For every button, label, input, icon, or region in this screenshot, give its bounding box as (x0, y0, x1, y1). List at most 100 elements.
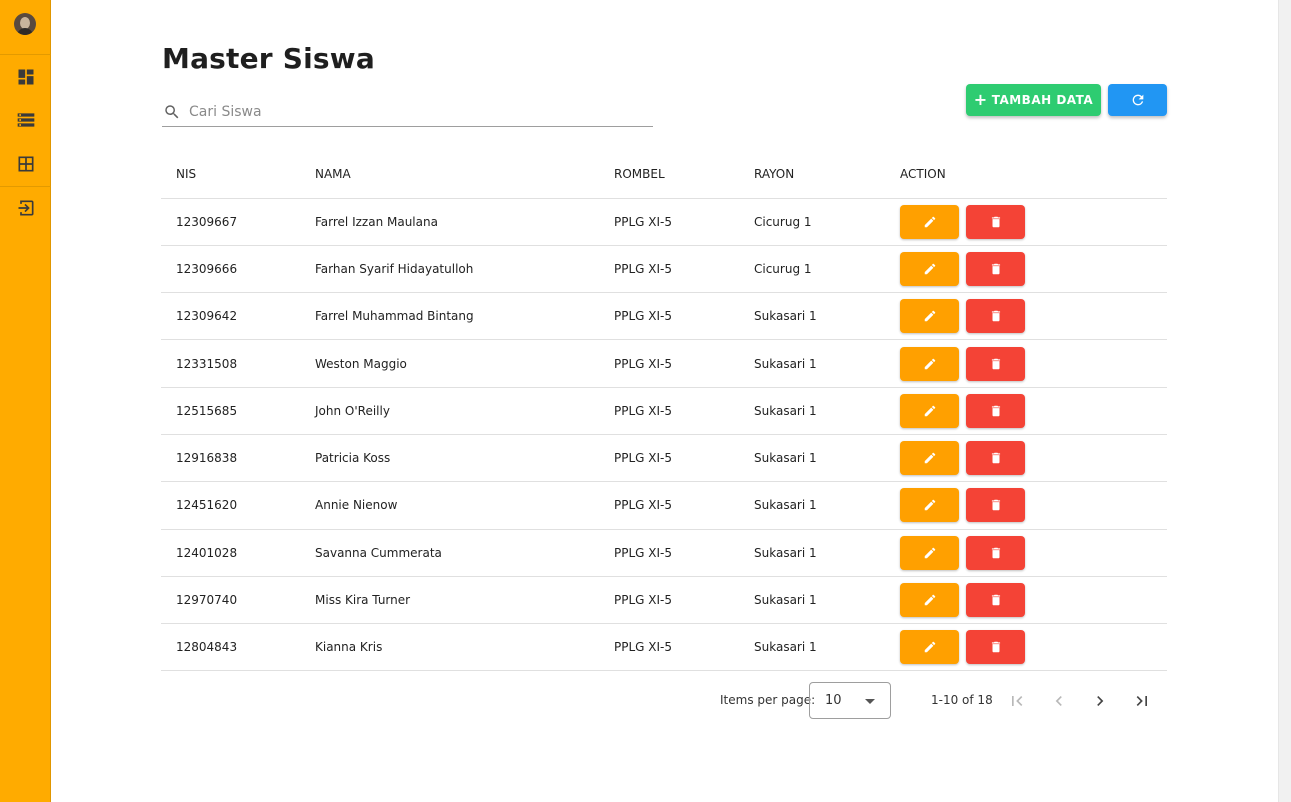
delete-button[interactable] (966, 299, 1025, 334)
cell-nama: Savanna Cummerata (315, 529, 614, 577)
edit-button[interactable] (900, 299, 959, 334)
cell-rayon: Sukasari 1 (754, 529, 900, 577)
delete-button[interactable] (966, 346, 1025, 381)
delete-icon (991, 310, 1000, 322)
cell-nama: Kianna Kris (315, 623, 614, 672)
edit-icon (924, 358, 935, 369)
cell-rombel: PPLG XI-5 (614, 529, 754, 577)
paginator: Items per page: 10 1-10 of 18 (700, 682, 1170, 720)
page-title: Master Siswa (162, 42, 375, 75)
cell-nama: John O'Reilly (315, 387, 614, 435)
cell-action (900, 198, 1167, 246)
sidebar-item-logout[interactable] (0, 188, 51, 228)
cell-nama: Annie Nienow (315, 481, 614, 530)
table-row: 12401028 Savanna Cummerata PPLG XI-5 Sukasa… (161, 529, 1167, 577)
edit-icon (924, 263, 935, 275)
scrollbar[interactable] (1278, 0, 1291, 802)
cell-action (900, 245, 1167, 294)
edit-icon (924, 642, 935, 653)
cell-action (900, 434, 1167, 483)
cell-nama: Weston Maggio (315, 339, 614, 388)
first-page-button[interactable] (1005, 689, 1029, 713)
sidebar-item-table[interactable] (0, 144, 51, 184)
table-row: 12309667 Farrel Izzan Maulana PPLG XI-5 Cic… (161, 198, 1167, 246)
cell-rombel: PPLG XI-5 (614, 623, 754, 672)
delete-button[interactable] (966, 251, 1025, 286)
sidebar-divider (0, 54, 51, 55)
edit-button[interactable] (900, 535, 959, 570)
edit-icon (924, 500, 935, 511)
header-rombel[interactable]: ROMBEL (614, 150, 754, 199)
table-icon (18, 156, 33, 172)
last-page-button[interactable] (1130, 689, 1154, 713)
edit-button[interactable] (900, 393, 959, 428)
delete-icon (991, 594, 1000, 606)
delete-button[interactable] (966, 583, 1025, 618)
edit-button[interactable] (900, 488, 959, 523)
delete-icon (991, 405, 1000, 417)
delete-button[interactable] (966, 535, 1025, 570)
cell-nis: 12451620 (161, 481, 315, 530)
edit-button[interactable] (900, 251, 959, 286)
cell-nis: 12309667 (161, 198, 315, 246)
items-per-page-value: 10 (825, 693, 842, 708)
edit-button[interactable] (900, 583, 959, 618)
previous-page-button[interactable] (1047, 689, 1071, 713)
refresh-button[interactable] (1108, 84, 1167, 116)
table-row: 12309666 Farhan Syarif Hidayatulloh PPLG X… (161, 245, 1167, 294)
table-row: 12331508 Weston Maggio PPLG XI-5 Sukasari 1 (161, 339, 1167, 388)
cell-rayon: Sukasari 1 (754, 481, 900, 530)
cell-action (900, 529, 1167, 577)
header-nama[interactable]: NAMA (315, 150, 614, 199)
sidebar-item-data[interactable] (0, 100, 51, 140)
search-input[interactable] (189, 101, 639, 123)
cell-nis: 12970740 (161, 576, 315, 625)
add-data-button[interactable]: + TAMBAH DATA (966, 84, 1101, 116)
next-page-button[interactable] (1088, 689, 1112, 713)
cell-rayon: Sukasari 1 (754, 434, 900, 483)
edit-button[interactable] (900, 441, 959, 476)
cell-nis: 12804843 (161, 623, 315, 672)
edit-button[interactable] (900, 346, 959, 381)
header-nis[interactable]: NIS (161, 150, 315, 199)
cell-rayon: Sukasari 1 (754, 339, 900, 388)
search-field[interactable] (162, 97, 653, 127)
delete-button[interactable] (966, 488, 1025, 523)
cell-rayon: Cicurug 1 (754, 245, 900, 294)
edit-icon (924, 216, 935, 227)
logout-icon (18, 200, 33, 216)
plus-icon: + (973, 90, 988, 109)
table-row: 12451620 Annie Nienow PPLG XI-5 Sukasari 1 (161, 481, 1167, 530)
cell-action (900, 387, 1167, 435)
edit-button[interactable] (900, 630, 959, 665)
delete-button[interactable] (966, 204, 1025, 239)
search-icon (165, 105, 179, 119)
header-rayon[interactable]: RAYON (754, 150, 900, 199)
delete-button[interactable] (966, 393, 1025, 428)
delete-icon (991, 642, 1000, 653)
avatar[interactable] (14, 13, 36, 35)
cell-rayon: Sukasari 1 (754, 387, 900, 435)
cell-rombel: PPLG XI-5 (614, 434, 754, 483)
last-page-icon (1136, 696, 1147, 706)
delete-icon (991, 263, 1000, 275)
sidebar (0, 0, 51, 802)
delete-button[interactable] (966, 441, 1025, 476)
first-page-icon (1012, 696, 1023, 706)
cell-rombel: PPLG XI-5 (614, 339, 754, 388)
items-per-page-select[interactable]: 10 (809, 682, 891, 719)
cell-rombel: PPLG XI-5 (614, 245, 754, 294)
cell-action (900, 576, 1167, 625)
edit-icon (924, 594, 935, 606)
cell-nis: 12401028 (161, 529, 315, 577)
items-per-page-label: Items per page: (720, 693, 816, 707)
sidebar-item-dashboard[interactable] (0, 57, 51, 97)
delete-button[interactable] (966, 630, 1025, 665)
cell-rayon: Sukasari 1 (754, 576, 900, 625)
cell-nama: Farhan Syarif Hidayatulloh (315, 245, 614, 294)
table-row: 12515685 John O'Reilly PPLG XI-5 Sukasari 1 (161, 387, 1167, 435)
cell-rombel: PPLG XI-5 (614, 576, 754, 625)
storage-icon (17, 113, 34, 127)
edit-button[interactable] (900, 204, 959, 239)
refresh-icon (1132, 94, 1143, 106)
